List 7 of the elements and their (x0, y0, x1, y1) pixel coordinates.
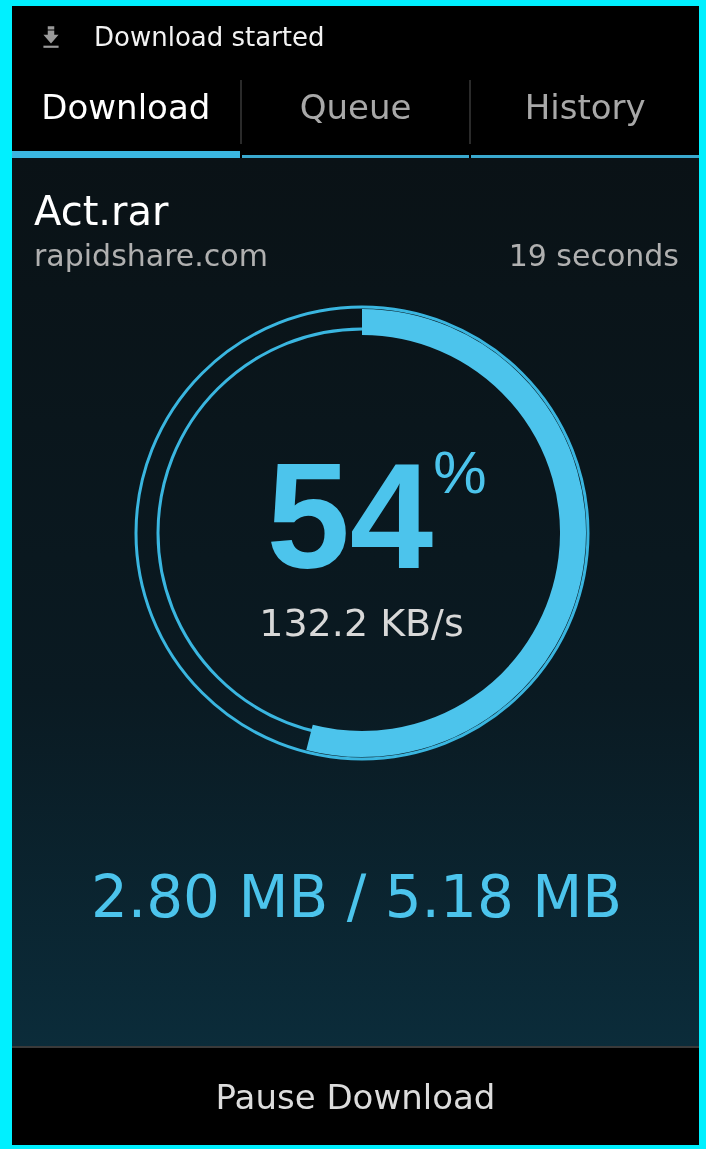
download-speed: 132.2 KB/s (259, 601, 464, 645)
notification-text: Download started (94, 22, 325, 52)
percent-value: 54 (266, 441, 434, 591)
time-remaining: 19 seconds (508, 238, 679, 273)
percent-sign: % (433, 443, 487, 503)
file-name: Act.rar (34, 188, 170, 234)
host-name: rapidshare.com (34, 238, 268, 273)
